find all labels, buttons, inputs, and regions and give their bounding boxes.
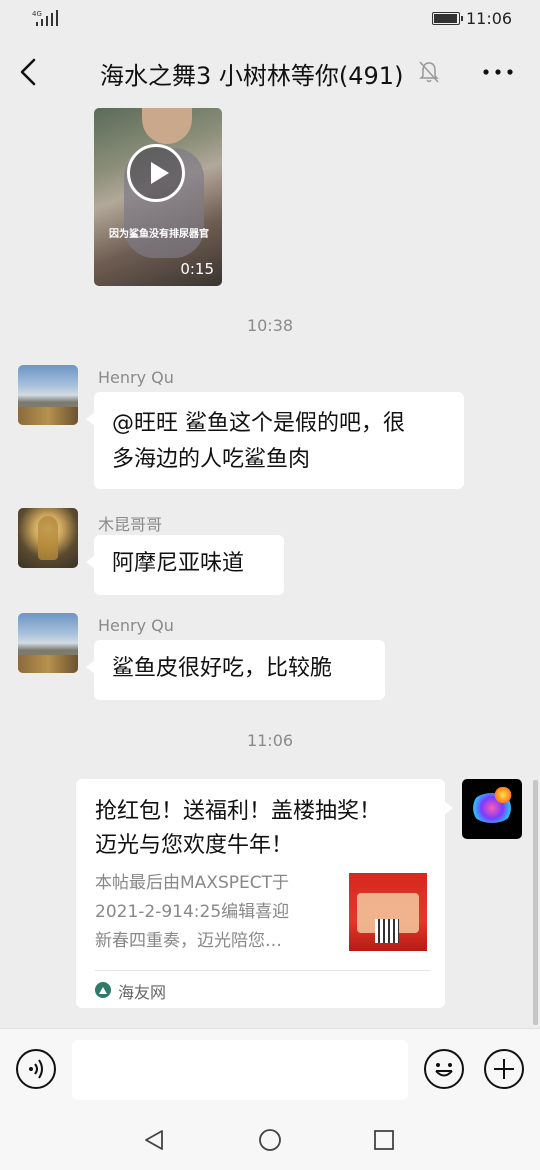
video-caption: 因为鲨鱼没有排尿器官 [109, 229, 209, 240]
link-description-line: 2021-2-914:25编辑喜迎 [95, 902, 290, 922]
message-text: 多海边的人吃鲨鱼肉 [112, 447, 311, 472]
plus-icon [494, 1059, 514, 1079]
scrollbar[interactable] [533, 780, 538, 1025]
chevron-left-icon [20, 58, 36, 86]
more-button[interactable] [478, 60, 518, 84]
network-type: 4G [32, 10, 42, 18]
emoji-icon [435, 1063, 453, 1077]
system-navigation-bar [0, 1110, 540, 1170]
link-thumbnail [349, 873, 427, 951]
timestamp: 11:06 [246, 731, 294, 750]
status-time: 11:06 [466, 9, 513, 28]
link-source: 海友网 [118, 983, 167, 1002]
video-message[interactable]: 因为鲨鱼没有排尿器官 0:15 [94, 108, 222, 286]
input-bar [0, 1028, 540, 1111]
triangle-back-icon[interactable] [142, 1128, 166, 1152]
avatar[interactable] [18, 508, 78, 568]
avatar[interactable] [18, 613, 78, 673]
sender-name: 木昆哥哥 [98, 515, 163, 534]
message-text: 阿摩尼亚味道 [112, 551, 245, 576]
link-description-line: 本帖最后由MAXSPECT于 [95, 873, 289, 893]
avatar[interactable] [18, 365, 78, 425]
timestamp: 10:38 [246, 316, 294, 335]
status-bar: 4G 11:06 [0, 0, 540, 36]
square-recent-icon[interactable] [372, 1128, 396, 1152]
message-input[interactable] [72, 1040, 408, 1100]
link-description-line: 新春四重奏，迈光陪您… [95, 931, 282, 951]
signal-icon: 4G [32, 10, 58, 26]
link-title: 抢红包！送福利！盖楼抽奖！ 迈光与您欢度牛年！ [95, 795, 430, 863]
link-description: 本帖最后由MAXSPECT于 2021-2-914:25编辑喜迎 新春四重奏，迈… [95, 869, 327, 956]
video-frame-detail [142, 108, 192, 144]
plus-button[interactable] [484, 1049, 524, 1089]
link-title-line: 抢红包！送福利！盖楼抽奖！ [95, 799, 382, 824]
chat-header: 海水之舞3 小树林等你(491) [0, 36, 540, 108]
chat-title: 海水之舞3 小树林等你(491) [100, 62, 404, 90]
back-button[interactable] [12, 50, 48, 94]
circle-home-icon[interactable] [258, 1128, 282, 1152]
bell-off-icon [419, 61, 439, 83]
battery-icon [432, 12, 463, 25]
emoji-button[interactable] [424, 1049, 464, 1089]
message-text: 鲨鱼皮很好吃，比较脆 [112, 656, 333, 681]
voice-button[interactable] [16, 1049, 56, 1089]
sender-name: Henry Qu [98, 616, 174, 635]
message-bubble[interactable]: 鲨鱼皮很好吃，比较脆 [86, 640, 385, 700]
link-card-message[interactable]: 抢红包！送福利！盖楼抽奖！ 迈光与您欢度牛年！ 本帖最后由MAXSPECT于 2… [76, 779, 453, 1008]
divider [95, 970, 430, 971]
message-bubble[interactable]: 阿摩尼亚味道 [86, 535, 284, 595]
message-text: @旺旺 鲨鱼这个是假的吧，很 [112, 411, 405, 436]
avatar[interactable] [462, 779, 522, 839]
message-bubble[interactable]: @旺旺 鲨鱼这个是假的吧，很 多海边的人吃鲨鱼肉 [86, 392, 464, 489]
sender-name: Henry Qu [98, 368, 174, 387]
voice-icon [29, 1059, 43, 1079]
source-logo-icon [95, 982, 111, 998]
ellipsis-icon [483, 69, 513, 75]
qr-code-icon [375, 919, 399, 943]
play-icon[interactable] [127, 144, 185, 202]
link-title-line: 迈光与您欢度牛年！ [95, 833, 294, 858]
chat-message-list[interactable]: 因为鲨鱼没有排尿器官 0:15 10:38 Henry Qu @旺旺 鲨鱼这个是… [0, 108, 540, 1028]
video-duration: 0:15 [180, 260, 214, 278]
